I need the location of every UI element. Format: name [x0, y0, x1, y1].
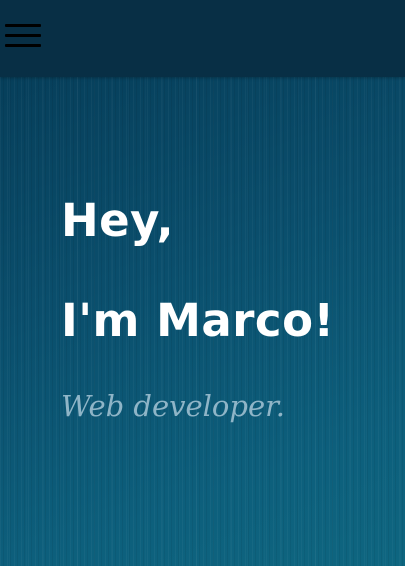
top-navigation-bar — [0, 0, 405, 77]
hero-section: Hey, I'm Marco! Web developer. — [0, 0, 405, 566]
greeting-line-2: I'm Marco! — [61, 294, 335, 347]
greeting-line-1: Hey, — [61, 194, 175, 247]
menu-icon-bar — [5, 24, 41, 27]
menu-icon-bar — [5, 44, 41, 47]
menu-icon-bar — [5, 34, 41, 37]
hamburger-menu-button[interactable] — [4, 22, 42, 52]
hero-subtitle: Web developer. — [61, 389, 286, 423]
